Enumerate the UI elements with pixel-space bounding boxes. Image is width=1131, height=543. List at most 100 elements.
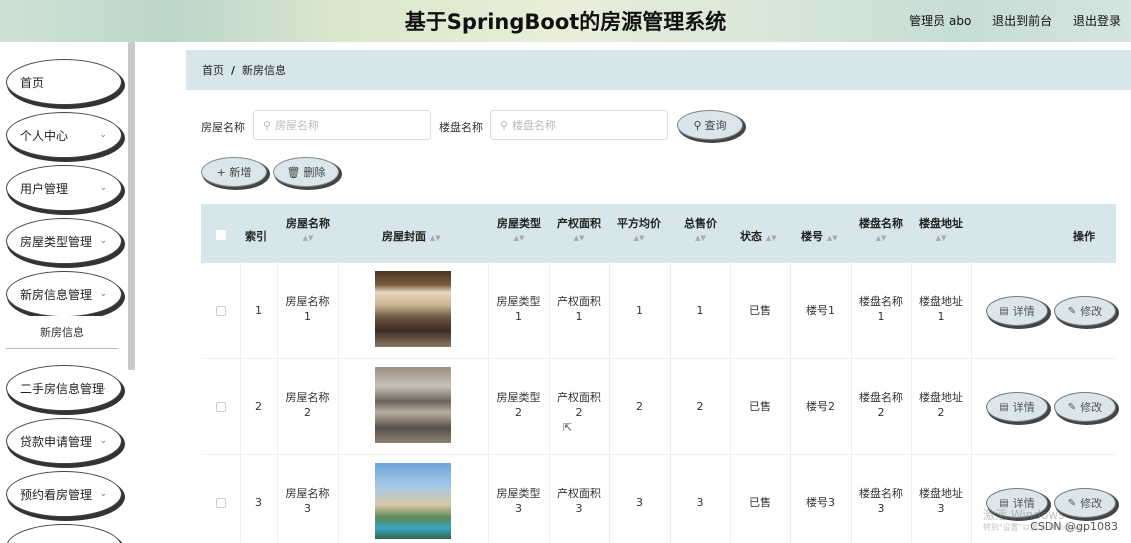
admin-label: 管理员 abo xyxy=(909,14,972,28)
delete-button[interactable]: 🗑 删除 xyxy=(273,157,339,187)
sidebar-item-loan-management[interactable]: 贷款申请管理 ⌄ xyxy=(6,418,122,464)
header-label: 楼盘名称 xyxy=(859,217,903,230)
top-header: 基于SpringBoot的房源管理系统 管理员 abo 退出到前台 退出登录 xyxy=(0,0,1131,42)
header-links: 管理员 abo 退出到前台 退出登录 xyxy=(892,12,1121,29)
header-house-name[interactable]: 房屋名称 ▲▼ xyxy=(286,215,330,242)
building-name-input[interactable]: ⚲ 楼盘名称 xyxy=(490,110,668,140)
chevron-down-icon: ⌄ xyxy=(99,183,107,193)
breadcrumb-current: 新房信息 xyxy=(242,64,287,77)
house-cover-image[interactable] xyxy=(375,463,451,539)
sort-icon[interactable]: ▲▼ xyxy=(859,234,903,242)
search-icon: ⚲ xyxy=(500,118,509,132)
header-label: 房屋名称 xyxy=(286,217,330,230)
add-button[interactable]: + 新增 xyxy=(201,157,267,187)
cell-estate-name: 楼盘名称 2 xyxy=(859,391,903,419)
sort-icon[interactable]: ▲▼ xyxy=(286,234,330,242)
document-icon: ▤ xyxy=(999,401,1009,413)
sort-icon[interactable]: ▲▼ xyxy=(766,234,777,242)
sort-icon[interactable]: ▲▼ xyxy=(430,234,441,242)
house-cover-image[interactable] xyxy=(375,271,451,347)
pencil-icon: ✎ xyxy=(1067,497,1077,509)
sidebar-item-label: 预约看房管理 xyxy=(20,487,93,502)
cell-estate-address: 楼盘地址 3 xyxy=(919,487,963,515)
header-cover[interactable]: 房屋封面 ▲▼ xyxy=(382,228,441,244)
header-label: 平方均价 xyxy=(617,217,661,230)
edit-label: 修改 xyxy=(1080,401,1103,414)
header-estate-name[interactable]: 楼盘名称 ▲▼ xyxy=(859,215,903,242)
cell-total-price: 3 xyxy=(696,496,704,509)
trash-icon: 🗑 xyxy=(286,165,301,179)
sidebar-item-home[interactable]: 首页 xyxy=(6,59,122,105)
header-estate-address[interactable]: 楼盘地址 ▲▼ xyxy=(919,215,963,242)
header-total-price[interactable]: 总售价 ▲▼ xyxy=(684,215,717,242)
row-checkbox[interactable] xyxy=(216,402,226,412)
header-label: 房屋类型 xyxy=(497,217,541,230)
sidebar-item-label: 二手房信息管理 xyxy=(20,381,105,396)
sidebar-scrollbar[interactable] xyxy=(128,42,135,370)
cell-avg-price: 2 xyxy=(636,400,643,413)
header-building-no[interactable]: 楼号 ▲▼ xyxy=(801,228,838,244)
sidebar-item-new-house-management[interactable]: 新房信息管理 ⌄ xyxy=(6,271,122,317)
house-name-label: 房屋名称 xyxy=(201,121,245,134)
csdn-watermark: CSDN @gp1083 xyxy=(1030,520,1118,533)
cell-total-price: 2 xyxy=(696,400,704,413)
row-checkbox[interactable] xyxy=(216,306,226,316)
breadcrumb-home[interactable]: 首页 xyxy=(202,62,224,78)
sort-icon[interactable]: ▲▼ xyxy=(827,234,838,242)
cell-house-name: 房屋名称 1 xyxy=(285,295,330,323)
sidebar-item-house-type-management[interactable]: 房屋类型管理 ⌄ xyxy=(6,218,122,264)
query-button[interactable]: ⚲ 查询 xyxy=(677,110,743,140)
search-icon: ⚲ xyxy=(263,118,272,132)
header-status[interactable]: 状态 ▲▼ xyxy=(740,228,777,244)
detail-label: 详情 xyxy=(1012,401,1035,414)
edit-button[interactable]: ✎ 修改 xyxy=(1054,392,1116,422)
house-name-input[interactable]: ⚲ 房屋名称 xyxy=(253,110,431,140)
select-all-checkbox[interactable] xyxy=(216,230,226,240)
cell-index: 2 xyxy=(255,400,262,413)
detail-button[interactable]: ▤ 详情 xyxy=(986,296,1048,326)
logout-link[interactable]: 退出登录 xyxy=(1073,14,1121,28)
pencil-icon: ✎ xyxy=(1067,401,1077,413)
cell-house-name: 房屋名称 3 xyxy=(285,487,330,515)
document-icon: ▤ xyxy=(999,305,1009,317)
header-area[interactable]: 产权面积 ▲▼ xyxy=(557,215,601,242)
sort-icon[interactable]: ▲▼ xyxy=(919,234,963,242)
header-label: 产权面积 xyxy=(557,217,601,230)
house-cover-image[interactable] xyxy=(375,367,451,443)
sort-icon[interactable]: ▲▼ xyxy=(557,234,601,242)
detail-button[interactable]: ▤ 详情 xyxy=(986,392,1048,422)
header-house-type[interactable]: 房屋类型 ▲▼ xyxy=(497,215,541,242)
sidebar-item-label: 用户管理 xyxy=(20,181,69,196)
sort-icon[interactable]: ▲▼ xyxy=(497,234,541,242)
cell-house-name: 房屋名称 2 xyxy=(285,391,330,419)
building-name-label: 楼盘名称 xyxy=(439,121,483,134)
sidebar-item-viewing-appointment-management[interactable]: 预约看房管理 ⌄ xyxy=(6,471,122,517)
sort-icon[interactable]: ▲▼ xyxy=(684,234,717,242)
header-label: 楼盘地址 xyxy=(919,217,963,230)
chevron-down-icon: ⌄ xyxy=(99,130,107,140)
cell-avg-price: 1 xyxy=(636,304,643,317)
cell-estate-name: 楼盘名称 3 xyxy=(859,487,903,515)
sidebar-item-user-management[interactable]: 用户管理 ⌄ xyxy=(6,165,122,211)
edit-button[interactable]: ✎ 修改 xyxy=(1054,296,1116,326)
header-avg-price[interactable]: 平方均价 ▲▼ xyxy=(617,215,661,242)
pencil-icon: ✎ xyxy=(1067,305,1077,317)
cell-index: 3 xyxy=(255,496,262,509)
sidebar-item-personal-center[interactable]: 个人中心 ⌄ xyxy=(6,112,122,158)
sidebar-subitem-new-house-info[interactable]: 新房信息 xyxy=(6,316,118,349)
delete-button-label: 删除 xyxy=(303,166,326,179)
sidebar-item-label: 新房信息管理 xyxy=(20,287,93,302)
cell-area: 产权面积 1 xyxy=(557,295,601,323)
cell-status: 已售 xyxy=(749,496,771,509)
back-to-front-link[interactable]: 退出到前台 xyxy=(992,14,1052,28)
cell-building-no: 楼号1 xyxy=(806,304,835,317)
sidebar-item-label: 房屋类型管理 xyxy=(20,234,93,249)
row-checkbox[interactable] xyxy=(216,498,226,508)
cell-total-price: 1 xyxy=(696,304,704,317)
sort-icon[interactable]: ▲▼ xyxy=(617,234,661,242)
sidebar-item-label: 贷款申请管理 xyxy=(20,434,93,449)
header-index[interactable]: 索引 xyxy=(245,228,267,244)
chevron-down-icon: ⌄ xyxy=(99,289,107,299)
chevron-down-icon: ⌄ xyxy=(99,383,107,393)
sidebar-item-second-hand-management[interactable]: 二手房信息管理 ⌄ xyxy=(6,365,122,411)
